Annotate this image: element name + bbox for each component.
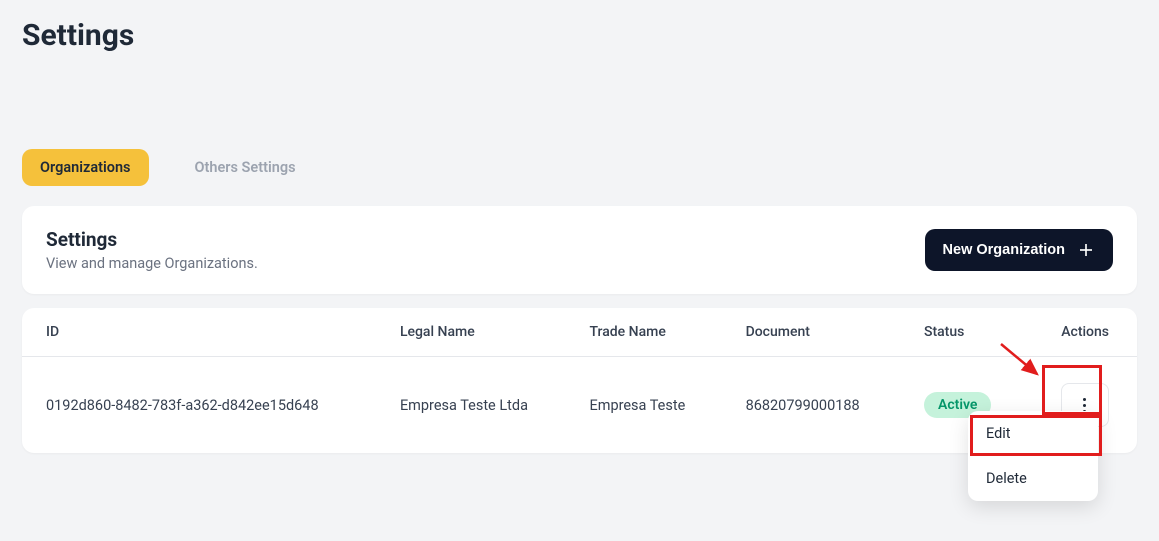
- tab-organizations[interactable]: Organizations: [22, 149, 149, 186]
- cell-document: 86820799000188: [736, 357, 914, 454]
- col-trade-name: Trade Name: [579, 308, 735, 357]
- col-actions: Actions: [1037, 308, 1137, 357]
- tab-others-settings[interactable]: Others Settings: [177, 149, 314, 186]
- cell-id: 0192d860-8482-783f-a362-d842ee15d648: [22, 357, 390, 454]
- settings-card: Settings View and manage Organizations. …: [22, 206, 1137, 294]
- col-document: Document: [736, 308, 914, 357]
- col-id: ID: [22, 308, 390, 357]
- new-organization-label: New Organization: [943, 242, 1065, 258]
- col-status: Status: [914, 308, 1037, 357]
- new-organization-button[interactable]: New Organization: [925, 229, 1113, 271]
- dropdown-item-delete[interactable]: Delete: [968, 456, 1098, 501]
- actions-dropdown: Edit Delete: [968, 411, 1098, 501]
- card-header: Settings View and manage Organizations. …: [22, 206, 1137, 294]
- cell-trade-name: Empresa Teste: [579, 357, 735, 454]
- tabs: Organizations Others Settings: [22, 149, 1137, 186]
- dropdown-item-edit[interactable]: Edit: [968, 411, 1098, 456]
- cell-legal-name: Empresa Teste Ltda: [390, 357, 580, 454]
- plus-icon: [1077, 241, 1095, 259]
- col-legal-name: Legal Name: [390, 308, 580, 357]
- page-title: Settings: [22, 18, 1137, 53]
- card-title: Settings: [46, 228, 258, 251]
- card-subtitle: View and manage Organizations.: [46, 255, 258, 272]
